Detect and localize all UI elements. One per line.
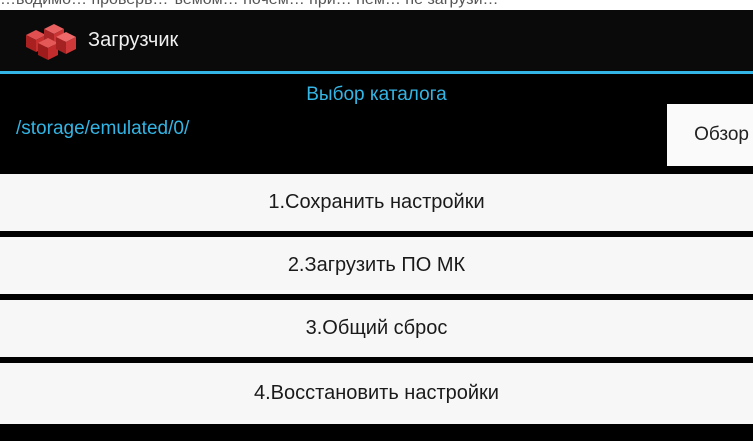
save-settings-button[interactable]: 1.Сохранить настройки — [0, 174, 753, 231]
directory-heading: Выбор каталога — [306, 84, 447, 105]
app-title: Загрузчик — [88, 29, 179, 51]
action-bar: Загрузчик — [0, 10, 753, 71]
load-firmware-button[interactable]: 2.Загрузить ПО МК — [0, 237, 753, 294]
red-cubes-logo-icon — [22, 21, 80, 61]
directory-section: Выбор каталога /storage/emulated/0/ Обзо… — [0, 74, 753, 174]
restore-settings-button[interactable]: 4.Восстановить настройки — [0, 363, 753, 424]
directory-path: /storage/emulated/0/ — [16, 118, 190, 139]
browse-button[interactable]: Обзор — [667, 104, 753, 166]
bottom-bar — [0, 424, 753, 441]
top-cropped-text-strip: …водимо… проверь… ъемом… ночем… при… нем… — [0, 0, 753, 10]
factory-reset-button[interactable]: 3.Общий сброс — [0, 300, 753, 357]
cropped-text: …водимо… проверь… ъемом… ночем… при… нем… — [0, 0, 753, 9]
